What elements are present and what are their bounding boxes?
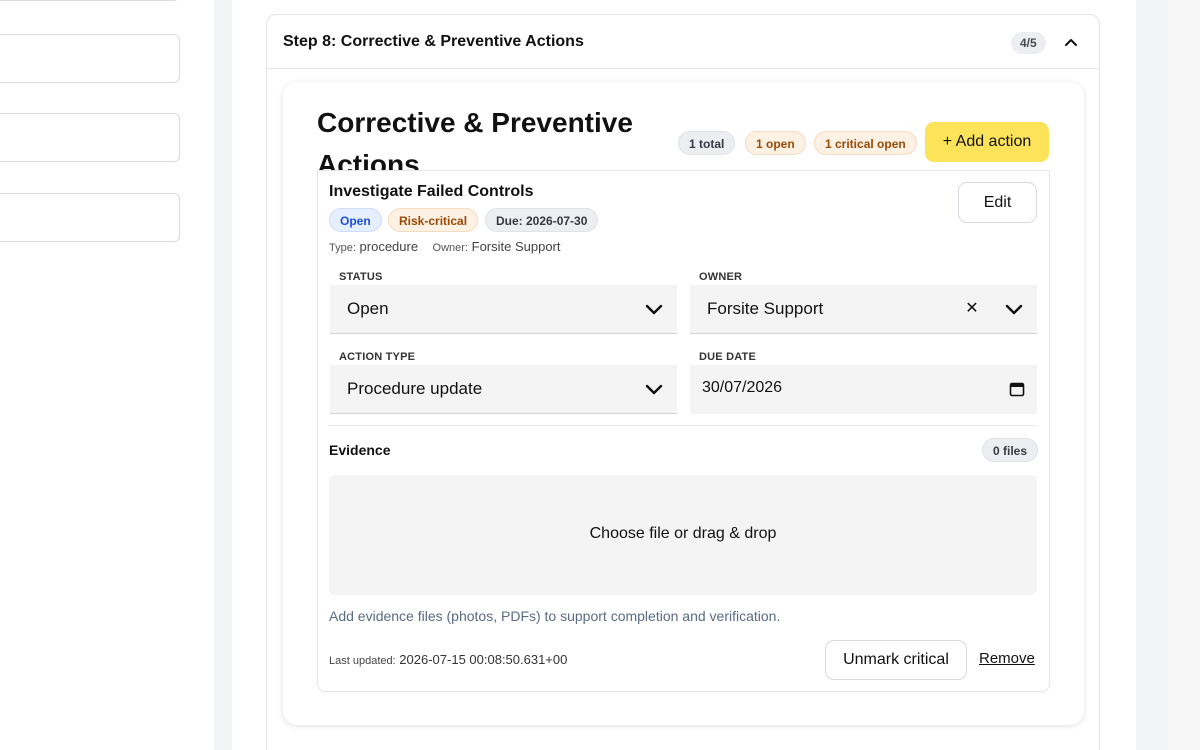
owner-select-value: Forsite Support [707,299,824,318]
type-value: procedure [359,239,419,254]
step-progress-badge: 4/5 [1011,32,1046,54]
add-action-button[interactable]: + Add action [925,122,1049,162]
step-title: Step 8: Corrective & Preventive Actions [283,33,584,50]
status-badge: Open [329,208,382,232]
owner-label: OWNER [699,271,743,283]
owner-select[interactable]: Forsite Support ✕ [690,285,1037,334]
risk-badge: Risk-critical [388,208,479,232]
due-date-input[interactable]: 30/07/2026 [690,365,1037,414]
left-input-field[interactable] [0,0,180,1]
owner-value: Forsite Support [471,239,561,254]
edit-button[interactable]: Edit [958,182,1037,223]
type-key: Type: [329,242,356,254]
left-input-field[interactable] [0,113,180,162]
chevron-down-icon [1005,304,1023,315]
chevron-down-icon [645,384,663,395]
open-count-badge: 1 open [745,131,806,155]
section-divider [329,425,1037,426]
close-icon[interactable]: ✕ [962,299,982,319]
file-drop-zone[interactable]: Choose file or drag & drop [329,475,1037,595]
chevron-down-icon [645,304,663,315]
status-select[interactable]: Open [330,285,677,334]
total-count-badge: 1 total [678,131,736,155]
last-updated-key: Last updated: [329,655,396,667]
evidence-title: Evidence [329,442,391,458]
action-type-label: ACTION TYPE [339,351,416,363]
files-count-badge: 0 files [982,438,1039,462]
evidence-hint: Add evidence files (photos, PDFs) to sup… [329,608,781,624]
step-header[interactable]: Step 8: Corrective & Preventive Actions … [267,15,1099,69]
chevron-up-icon[interactable] [1061,32,1081,52]
status-select-value: Open [347,299,389,318]
last-updated-value: 2026-07-15 00:08:50.631+00 [399,652,568,667]
action-meta: Type: procedure Owner: Forsite Support [329,239,561,254]
left-panel [0,0,214,750]
action-title: Investigate Failed Controls [329,183,534,200]
action-type-select[interactable]: Procedure update [330,365,677,414]
left-input-field[interactable] [0,34,180,83]
due-date-value: 30/07/2026 [702,379,783,396]
action-type-select-value: Procedure update [347,379,483,398]
left-input-field[interactable] [0,193,180,242]
section-title: Corrective & Preventive Actions [317,107,633,172]
right-sidebar [1168,0,1200,750]
unmark-critical-button[interactable]: Unmark critical [825,640,967,680]
calendar-icon[interactable] [1008,380,1026,398]
drop-zone-label: Choose file or drag & drop [589,525,777,542]
last-updated: Last updated: 2026-07-15 00:08:50.631+00 [329,652,567,667]
remove-link[interactable]: Remove [979,650,1035,667]
due-date-label: DUE DATE [699,351,757,363]
owner-key: Owner: [432,242,468,254]
due-date-badge: Due: 2026-07-30 [485,208,599,232]
critical-open-badge: 1 critical open [814,131,917,155]
status-label: STATUS [339,271,383,283]
